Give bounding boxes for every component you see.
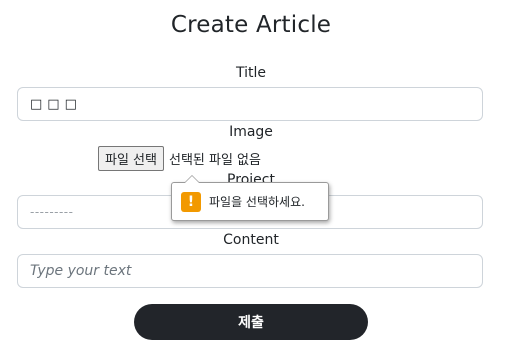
- warning-icon: !: [181, 191, 201, 212]
- title-input-value: □□□: [30, 96, 82, 112]
- validation-tooltip: ! 파일을 선택하세요.: [171, 175, 329, 221]
- content-label: Content: [223, 232, 279, 248]
- image-label: Image: [229, 124, 273, 140]
- title-label: Title: [235, 65, 266, 81]
- content-input[interactable]: Type your text: [17, 254, 483, 288]
- project-select-value: ---------: [30, 205, 74, 219]
- title-input[interactable]: □□□: [17, 87, 483, 121]
- image-file-input[interactable]: 파일 선택 선택된 파일 없음: [98, 146, 261, 171]
- content-placeholder: Type your text: [30, 263, 132, 279]
- page-title: Create Article: [170, 12, 332, 38]
- validation-message: 파일을 선택하세요.: [209, 195, 305, 209]
- choose-file-button[interactable]: 파일 선택: [98, 146, 164, 171]
- file-status-text: 선택된 파일 없음: [168, 153, 261, 168]
- submit-button[interactable]: 제출: [134, 304, 368, 340]
